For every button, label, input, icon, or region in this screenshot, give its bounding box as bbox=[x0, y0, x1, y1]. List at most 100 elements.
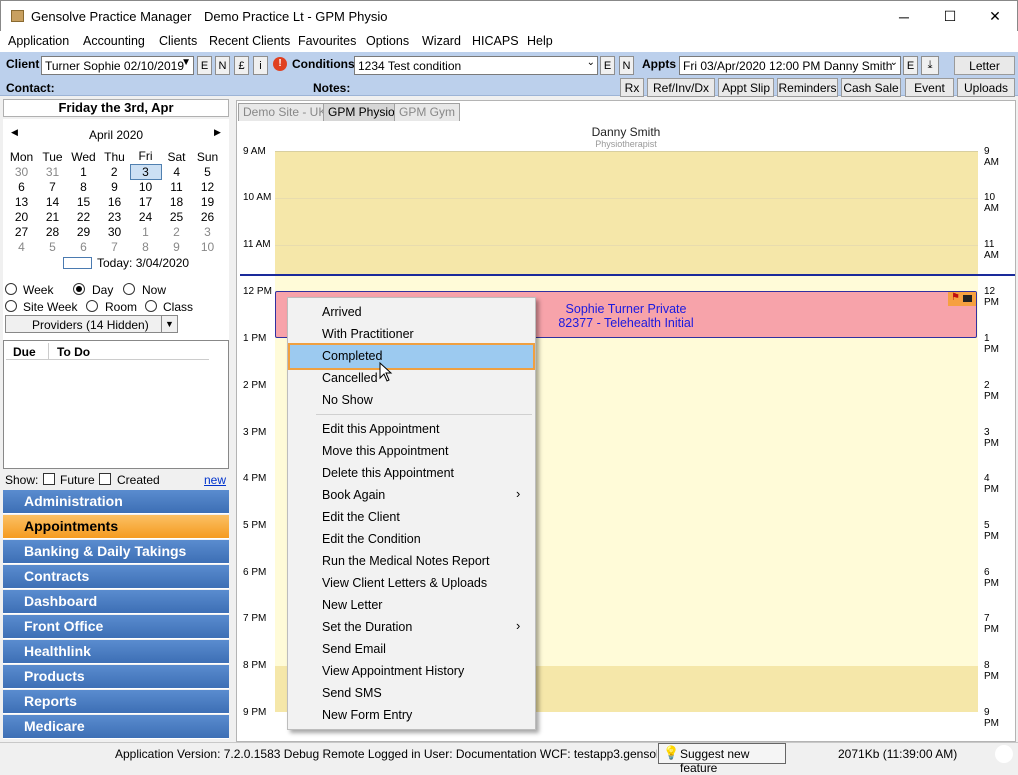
alert-icon[interactable]: ! bbox=[273, 57, 287, 71]
calendar-day[interactable]: 15 bbox=[68, 194, 99, 209]
appt-edit-button[interactable]: E bbox=[903, 56, 918, 75]
calendar-day[interactable]: 13 bbox=[6, 194, 37, 209]
calendar-day[interactable]: 1 bbox=[68, 164, 99, 179]
class-radio[interactable] bbox=[145, 300, 157, 312]
calendar-day[interactable]: 2 bbox=[99, 164, 130, 179]
close-button[interactable]: ✕ bbox=[972, 1, 1018, 32]
menu-item-view-letters-uploads[interactable]: View Client Letters & Uploads bbox=[322, 576, 487, 590]
week-radio[interactable] bbox=[5, 283, 17, 295]
condition-edit-button[interactable]: E bbox=[600, 56, 615, 75]
calendar-day[interactable]: 7 bbox=[99, 239, 130, 254]
menu-item-with-practitioner[interactable]: With Practitioner bbox=[322, 327, 414, 341]
calendar-day[interactable]: 28 bbox=[37, 224, 68, 239]
menu-help[interactable]: Help bbox=[527, 34, 553, 48]
menu-item-edit-condition[interactable]: Edit the Condition bbox=[322, 532, 421, 546]
menu-item-new-form-entry[interactable]: New Form Entry bbox=[322, 708, 412, 722]
calendar-day[interactable]: 1 bbox=[130, 224, 161, 239]
new-todo-link[interactable]: new bbox=[204, 473, 226, 487]
reminders-button[interactable]: Reminders bbox=[777, 78, 838, 97]
day-radio[interactable] bbox=[73, 283, 85, 295]
menu-item-move-appointment[interactable]: Move this Appointment bbox=[322, 444, 448, 458]
tab-demo-site-uk[interactable]: Demo Site - UK bbox=[238, 103, 332, 121]
menu-item-completed[interactable]: Completed bbox=[322, 349, 382, 363]
room-radio[interactable] bbox=[86, 300, 98, 312]
calendar-day[interactable]: 24 bbox=[130, 209, 161, 224]
menu-item-no-show[interactable]: No Show bbox=[322, 393, 373, 407]
nav-contracts[interactable]: Contracts bbox=[3, 565, 229, 589]
calendar-day[interactable]: 11 bbox=[161, 179, 192, 194]
calendar-day[interactable]: 20 bbox=[6, 209, 37, 224]
menu-item-arrived[interactable]: Arrived bbox=[322, 305, 362, 319]
calendar-day[interactable]: 4 bbox=[6, 239, 37, 254]
site-week-radio[interactable] bbox=[5, 300, 17, 312]
nav-reports[interactable]: Reports bbox=[3, 690, 229, 714]
minimize-button[interactable]: ─ bbox=[881, 1, 927, 32]
todo-column-header[interactable]: To Do bbox=[57, 345, 90, 359]
calendar-day[interactable]: 8 bbox=[68, 179, 99, 194]
menu-options[interactable]: Options bbox=[366, 34, 409, 48]
nav-products[interactable]: Products bbox=[3, 665, 229, 689]
calendar-day[interactable]: 4 bbox=[161, 164, 192, 179]
tab-gpm-gym[interactable]: GPM Gym bbox=[394, 103, 460, 121]
menu-item-set-duration[interactable]: Set the Duration bbox=[322, 620, 412, 634]
menu-clients[interactable]: Clients bbox=[159, 34, 197, 48]
calendar-day[interactable]: 30 bbox=[6, 164, 37, 179]
calendar-day[interactable]: 26 bbox=[192, 209, 223, 224]
calendar-day-selected[interactable]: 3 bbox=[129, 163, 162, 180]
tab-gpm-physio[interactable]: GPM Physio bbox=[323, 103, 400, 121]
nav-appointments[interactable]: Appointments bbox=[3, 515, 229, 539]
calendar-day[interactable]: 3 bbox=[192, 224, 223, 239]
client-select[interactable]: Turner Sophie 02/10/2019 ▼ bbox=[41, 56, 194, 75]
due-column-header[interactable]: Due bbox=[13, 345, 36, 359]
appt-slip-button[interactable]: Appt Slip bbox=[718, 78, 774, 97]
condition-new-button[interactable]: N bbox=[619, 56, 634, 75]
menu-hicaps[interactable]: HICAPS bbox=[472, 34, 519, 48]
calendar-day[interactable]: 7 bbox=[37, 179, 68, 194]
future-checkbox[interactable] bbox=[43, 473, 55, 485]
calendar-day[interactable]: 6 bbox=[6, 179, 37, 194]
appts-select[interactable]: Fri 03/Apr/2020 12:00 PM Danny Smith ⌄ bbox=[679, 56, 901, 75]
uploads-button[interactable]: Uploads bbox=[957, 78, 1015, 97]
maximize-button[interactable]: ☐ bbox=[927, 1, 973, 32]
next-month-button[interactable]: ▶ bbox=[214, 127, 221, 138]
calendar-day[interactable]: 22 bbox=[68, 209, 99, 224]
menu-item-medical-notes-report[interactable]: Run the Medical Notes Report bbox=[322, 554, 489, 568]
today-box[interactable] bbox=[63, 257, 92, 269]
calendar-day[interactable]: 17 bbox=[130, 194, 161, 209]
menu-item-send-sms[interactable]: Send SMS bbox=[322, 686, 382, 700]
event-button[interactable]: Event bbox=[905, 78, 954, 97]
menu-item-delete-appointment[interactable]: Delete this Appointment bbox=[322, 466, 454, 480]
calendar-day[interactable]: 5 bbox=[37, 239, 68, 254]
calendar-day[interactable]: 5 bbox=[192, 164, 223, 179]
ref-inv-dx-button[interactable]: Ref/Inv/Dx bbox=[647, 78, 715, 97]
providers-select[interactable]: Providers (14 Hidden) ▼ bbox=[5, 315, 178, 333]
menu-favourites[interactable]: Favourites bbox=[298, 34, 356, 48]
menu-item-cancelled[interactable]: Cancelled bbox=[322, 371, 378, 385]
calendar-day[interactable]: 14 bbox=[37, 194, 68, 209]
chevron-down-icon[interactable]: ▼ bbox=[161, 316, 177, 332]
nav-administration[interactable]: Administration bbox=[3, 490, 229, 514]
client-info-button[interactable]: i bbox=[253, 56, 268, 75]
calendar-day[interactable]: 10 bbox=[192, 239, 223, 254]
download-icon[interactable]: ⤓ bbox=[921, 56, 939, 75]
cash-sale-button[interactable]: Cash Sale bbox=[841, 78, 901, 97]
rx-button[interactable]: Rx bbox=[620, 78, 644, 97]
calendar-day[interactable]: 19 bbox=[192, 194, 223, 209]
calendar-day[interactable]: 29 bbox=[68, 224, 99, 239]
suggest-feature-button[interactable]: 💡 Suggest new feature bbox=[658, 743, 786, 775]
nav-banking-daily-takings[interactable]: Banking & Daily Takings bbox=[3, 540, 229, 564]
calendar-day[interactable]: 27 bbox=[6, 224, 37, 239]
calendar-day[interactable]: 6 bbox=[68, 239, 99, 254]
calendar-day[interactable]: 16 bbox=[99, 194, 130, 209]
menu-item-book-again[interactable]: Book Again bbox=[322, 488, 385, 502]
client-edit-button[interactable]: E bbox=[197, 56, 212, 75]
calendar-day[interactable]: 2 bbox=[161, 224, 192, 239]
menu-item-appointment-history[interactable]: View Appointment History bbox=[322, 664, 464, 678]
calendar-day[interactable]: 31 bbox=[37, 164, 68, 179]
letter-button[interactable]: Letter bbox=[954, 56, 1015, 75]
calendar-day[interactable]: 12 bbox=[192, 179, 223, 194]
menu-item-edit-client[interactable]: Edit the Client bbox=[322, 510, 400, 524]
menu-wizard[interactable]: Wizard bbox=[422, 34, 461, 48]
menu-item-new-letter[interactable]: New Letter bbox=[322, 598, 382, 612]
calendar-day[interactable]: 9 bbox=[161, 239, 192, 254]
